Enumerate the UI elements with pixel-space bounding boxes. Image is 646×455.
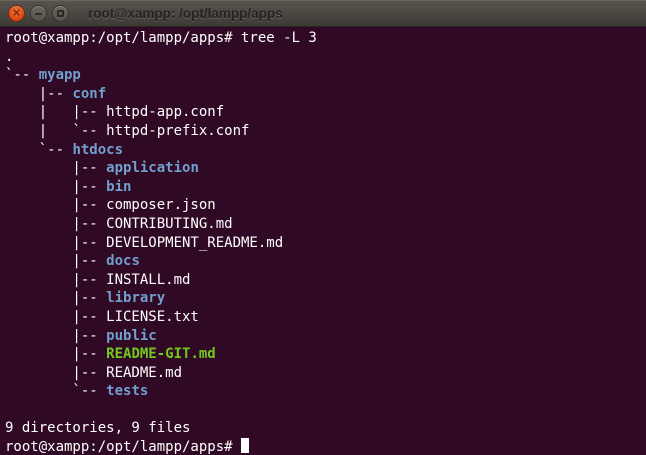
directory-name: public (106, 328, 157, 344)
terminal-text: |-- (5, 86, 72, 102)
minimize-icon (35, 13, 42, 15)
terminal-line: |-- README.md (5, 364, 646, 383)
terminal-line: |-- conf (5, 85, 646, 104)
terminal-screen[interactable]: root@xampp:/opt/lampp/apps# tree -L 3.`-… (0, 27, 646, 455)
terminal-text: | `-- httpd-prefix.conf (5, 123, 249, 139)
terminal-line: . (5, 48, 646, 67)
terminal-line: `-- tests (5, 382, 646, 401)
terminal-text: |-- DEVELOPMENT_README.md (5, 235, 283, 251)
terminal-text: |-- (5, 290, 106, 306)
maximize-button[interactable] (52, 5, 69, 22)
terminal-line: |-- library (5, 289, 646, 308)
terminal-line: | `-- httpd-prefix.conf (5, 122, 646, 141)
terminal-text: |-- (5, 346, 106, 362)
directory-name: myapp (39, 67, 81, 83)
terminal-line: root@xampp:/opt/lampp/apps# (5, 438, 646, 455)
window-titlebar[interactable]: ✕ root@xampp: /opt/lampp/apps (0, 0, 646, 27)
minimize-button[interactable] (30, 5, 47, 22)
terminal-line: | |-- httpd-app.conf (5, 103, 646, 122)
maximize-icon (57, 10, 64, 17)
terminal-text: `-- (5, 142, 72, 158)
terminal-text: . (5, 49, 13, 65)
terminal-line: |-- LICENSE.txt (5, 308, 646, 327)
terminal-text: root@xampp:/opt/lampp/apps# tree -L 3 (5, 30, 317, 46)
terminal-text: |-- (5, 179, 106, 195)
terminal-line: |-- public (5, 327, 646, 346)
terminal-text: |-- README.md (5, 365, 182, 381)
terminal-text: `-- (5, 67, 39, 83)
directory-name: library (106, 290, 165, 306)
directory-name: htdocs (72, 142, 123, 158)
terminal-text: root@xampp:/opt/lampp/apps# (5, 439, 241, 455)
terminal-text: |-- INSTALL.md (5, 272, 190, 288)
terminal-line: |-- bin (5, 178, 646, 197)
terminal-line: |-- application (5, 159, 646, 178)
terminal-text: 9 directories, 9 files (5, 420, 190, 436)
terminal-line: 9 directories, 9 files (5, 419, 646, 438)
terminal-text: | |-- httpd-app.conf (5, 104, 224, 120)
terminal-line: |-- CONTRIBUTING.md (5, 215, 646, 234)
terminal-window: ✕ root@xampp: /opt/lampp/apps root@xampp… (0, 0, 646, 455)
terminal-text: |-- composer.json (5, 197, 216, 213)
terminal-text: |-- (5, 253, 106, 269)
terminal-text: |-- LICENSE.txt (5, 309, 199, 325)
terminal-line: root@xampp:/opt/lampp/apps# tree -L 3 (5, 29, 646, 48)
window-title: root@xampp: /opt/lampp/apps (88, 6, 283, 21)
directory-name: docs (106, 253, 140, 269)
terminal-line: |-- DEVELOPMENT_README.md (5, 234, 646, 253)
terminal-line: `-- myapp (5, 66, 646, 85)
directory-name: tests (106, 383, 148, 399)
directory-name: application (106, 160, 199, 176)
terminal-line: `-- htdocs (5, 141, 646, 160)
close-icon: ✕ (12, 8, 21, 19)
terminal-text: `-- (5, 383, 106, 399)
terminal-line: |-- INSTALL.md (5, 271, 646, 290)
directory-name: bin (106, 179, 131, 195)
terminal-line (5, 401, 646, 420)
terminal-line: |-- composer.json (5, 196, 646, 215)
directory-name: conf (72, 86, 106, 102)
terminal-cursor (241, 438, 249, 453)
terminal-line: |-- README-GIT.md (5, 345, 646, 364)
close-button[interactable]: ✕ (8, 5, 25, 22)
terminal-text: |-- (5, 160, 106, 176)
terminal-text: |-- (5, 328, 106, 344)
terminal-text: |-- CONTRIBUTING.md (5, 216, 233, 232)
executable-file-name: README-GIT.md (106, 346, 216, 362)
terminal-line: |-- docs (5, 252, 646, 271)
